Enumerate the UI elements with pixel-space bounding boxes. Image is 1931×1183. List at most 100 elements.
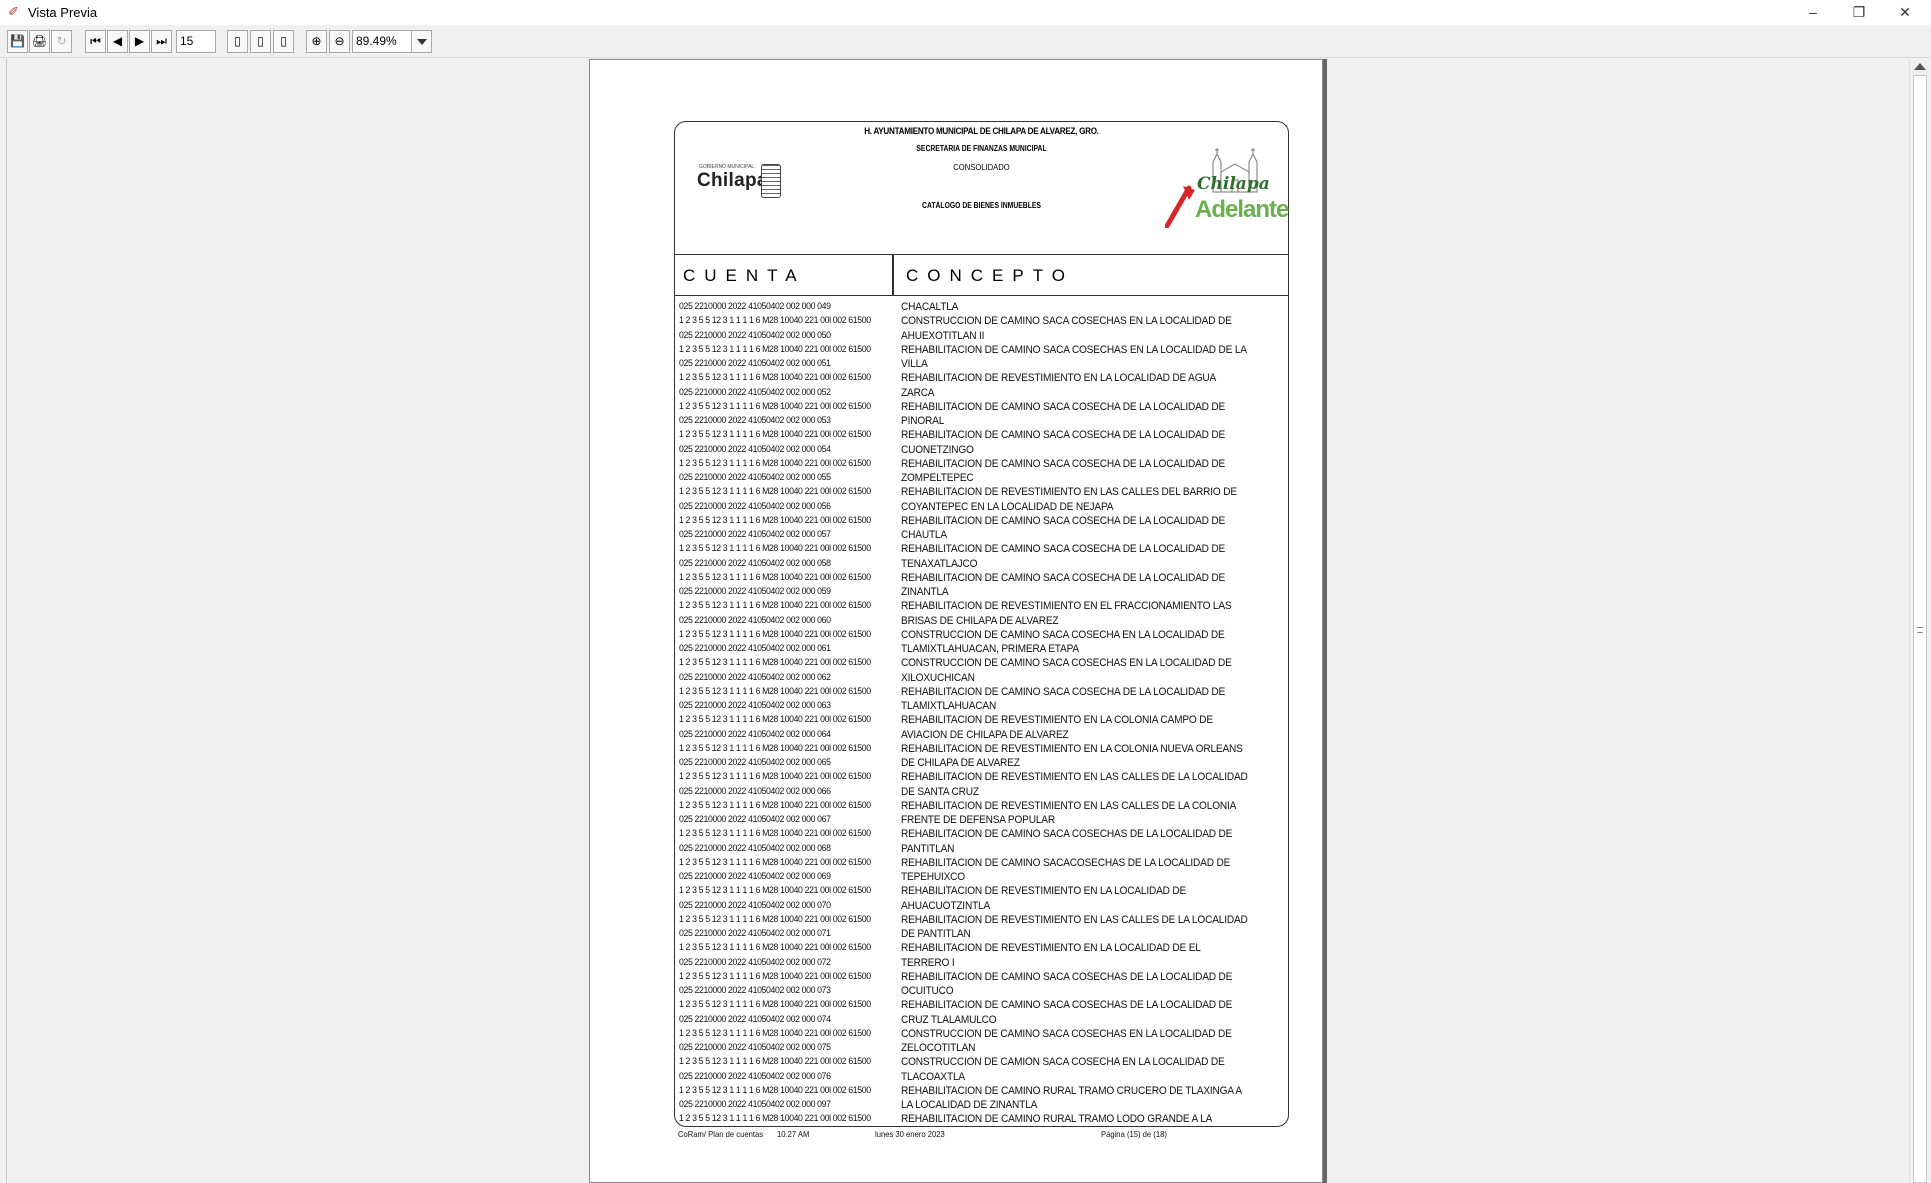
table-row: 025 2210000 2022 41050402 002 000 073 1 2… — [679, 984, 1284, 1013]
single-page-icon[interactable]: ▯ — [227, 30, 248, 53]
concepto-cell: AHUEXOTITLAN II REHABILITACION DE CAMINO … — [901, 329, 1286, 357]
concepto-line-2: REHABILITACION DE REVESTIMIENTO EN LA LO… — [901, 885, 1187, 897]
print-icon[interactable]: 🖨 — [29, 30, 50, 53]
concepto-line-1: BRISAS DE CHILAPA DE ALVAREZ — [901, 614, 1059, 627]
cuenta-line-1: 025 2210000 2022 41050402 002 000 071 — [679, 928, 831, 939]
first-page-icon[interactable]: ⏮ — [85, 30, 106, 53]
cuenta-line-2: 1 2 3 5 5 12 3 1 1 1 1 6 M28 10040 221 0… — [679, 628, 871, 640]
table-row: 025 2210000 2022 41050402 002 000 057 1 2… — [679, 528, 1284, 557]
toolbar: 💾 🖨 ↻ ⏮ ◀ ▶ ⏭ 15 ▯ ▯ ▯ ⊕ ⊖ 89.49% — [0, 25, 1931, 58]
table-row: 025 2210000 2022 41050402 002 000 075 1 2… — [679, 1041, 1284, 1070]
table-row: 025 2210000 2022 41050402 002 000 049 1 2… — [679, 300, 1284, 329]
cuenta-line-1: 025 2210000 2022 41050402 002 000 050 — [679, 329, 831, 341]
red-arrow-icon — [1165, 185, 1195, 228]
cuenta-line-2: 1 2 3 5 5 12 3 1 1 1 1 6 M28 10040 221 0… — [679, 1084, 871, 1096]
concepto-line-1: CUONETZINGO — [901, 443, 974, 456]
table-row: 025 2210000 2022 41050402 002 000 070 1 2… — [679, 899, 1284, 928]
table-row: 025 2210000 2022 41050402 002 000 054 1 2… — [679, 443, 1284, 472]
seal-icon — [761, 164, 781, 198]
cuenta-line-2: 1 2 3 5 5 12 3 1 1 1 1 6 M28 10040 221 0… — [679, 486, 871, 497]
concepto-line-1: AHUACUOTZINTLA — [901, 899, 991, 912]
cuenta-line-1: 025 2210000 2022 41050402 002 000 055 — [679, 472, 831, 483]
cuenta-line-1: 025 2210000 2022 41050402 002 000 049 — [679, 301, 831, 312]
cuenta-line-2: 1 2 3 5 5 12 3 1 1 1 1 6 M28 10040 221 0… — [679, 828, 871, 839]
cuenta-cell: 025 2210000 2022 41050402 002 000 061 1 2… — [679, 642, 899, 670]
concepto-line-2: CONSTRUCCION DE CAMION SACA COSECHA EN L… — [901, 1056, 1225, 1068]
cuenta-cell: 025 2210000 2022 41050402 002 000 060 1 2… — [679, 614, 899, 642]
cuenta-line-1: 025 2210000 2022 41050402 002 000 057 — [679, 529, 831, 540]
concepto-line-2: REHABILITACION DE CAMINO SACACOSECHAS DE… — [901, 856, 1231, 869]
report-header-title: H. AYUNTAMIENTO MUNICIPAL DE CHILAPA DE … — [864, 126, 1099, 136]
window-title: Vista Previa — [28, 5, 98, 20]
concepto-cell: PINORAL REHABILITACION DE CAMINO SACA COS… — [901, 414, 1286, 442]
logo-left-wordmark: Chilapa — [697, 170, 768, 191]
concepto-line-2: CONSTRUCCION DE CAMINO SACA COSECHAS EN … — [901, 657, 1232, 669]
cuenta-line-1: 025 2210000 2022 41050402 002 000 076 — [679, 1070, 831, 1082]
table-row: 025 2210000 2022 41050402 002 000 059 1 2… — [679, 585, 1284, 614]
cuenta-line-1: 025 2210000 2022 41050402 002 000 075 — [679, 1042, 831, 1053]
minimize-button[interactable]: – — [1790, 0, 1836, 25]
cuenta-line-1: 025 2210000 2022 41050402 002 000 060 — [679, 614, 831, 626]
restore-button[interactable]: ❐ — [1836, 0, 1882, 25]
vertical-scrollbar[interactable] — [1909, 59, 1931, 1183]
scrollbar-thumb[interactable] — [1913, 75, 1927, 1183]
table-row: 025 2210000 2022 41050402 002 000 071 1 2… — [679, 927, 1284, 956]
concepto-line-1: CHACALTLA — [901, 301, 959, 313]
cuenta-line-1: 025 2210000 2022 41050402 002 000 068 — [679, 842, 831, 854]
concepto-line-2: REHABILITACION DE CAMINO SACA COSECHA DE… — [901, 543, 1226, 555]
concepto-cell: TLAMIXTLAHUACAN, PRIMERA ETAPA CONSTRUCCI… — [901, 642, 1286, 670]
page-number-input[interactable]: 15 — [176, 30, 216, 53]
concepto-line-2: REHABILITACION DE CAMINO SACA COSECHA DE… — [901, 457, 1226, 470]
table-row: 025 2210000 2022 41050402 002 000 069 1 2… — [679, 870, 1284, 899]
concepto-line-2: REHABILITACION DE REVESTIMIENTO EN LAS C… — [901, 799, 1237, 812]
cuenta-line-1: 025 2210000 2022 41050402 002 000 072 — [679, 956, 831, 968]
concepto-line-1: TLAMIXTLAHUACAN, PRIMERA ETAPA — [901, 643, 1079, 655]
save-icon[interactable]: 💾 — [7, 30, 28, 53]
concepto-cell: DE CHILAPA DE ALVAREZ REHABILITACION DE R… — [901, 756, 1286, 784]
cuenta-line-1: 025 2210000 2022 41050402 002 000 064 — [679, 728, 831, 740]
report-header-catalog: CATÁLOGO DE BIENES INMUEBLES — [922, 201, 1041, 210]
zoom-in-icon[interactable]: ⊕ — [306, 30, 327, 53]
cuenta-cell: 025 2210000 2022 41050402 002 000 049 1 2… — [679, 300, 899, 328]
cuenta-line-1: 025 2210000 2022 41050402 002 000 067 — [679, 814, 831, 825]
next-page-icon[interactable]: ▶ — [129, 30, 150, 53]
previous-page-icon[interactable]: ◀ — [107, 30, 128, 53]
cuenta-line-2: 1 2 3 5 5 12 3 1 1 1 1 6 M28 10040 221 0… — [679, 1027, 871, 1039]
cuenta-cell: 025 2210000 2022 41050402 002 000 097 1 2… — [679, 1098, 899, 1126]
cuenta-cell: 025 2210000 2022 41050402 002 000 069 1 2… — [679, 870, 899, 898]
cuenta-line-2: 1 2 3 5 5 12 3 1 1 1 1 6 M28 10040 221 0… — [679, 400, 871, 412]
title-bar: ✐ Vista Previa – ❐ ✕ — [0, 0, 1931, 25]
concepto-cell: TENAXATLAJCO REHABILITACION DE CAMINO SAC… — [901, 557, 1286, 585]
concepto-line-1: LA LOCALIDAD DE ZINANTLA — [901, 1099, 1038, 1111]
cuenta-line-2: 1 2 3 5 5 12 3 1 1 1 1 6 M28 10040 221 0… — [679, 885, 871, 896]
cuenta-cell: 025 2210000 2022 41050402 002 000 076 1 2… — [679, 1070, 899, 1098]
concepto-line-2: REHABILITACION DE REVESTIMIENTO EN LA CO… — [901, 714, 1213, 726]
report-footer: CoRam/ Plan de cuentas 10.27 AM lunes 30… — [674, 1129, 1289, 1143]
zoom-dropdown-chevron-down-icon[interactable] — [411, 30, 432, 53]
zoom-out-icon[interactable]: ⊖ — [329, 30, 350, 53]
concepto-line-1: ZELOCOTITLAN — [901, 1042, 976, 1054]
scroll-up-icon[interactable] — [1914, 63, 1926, 70]
cuenta-cell: 025 2210000 2022 41050402 002 000 056 1 2… — [679, 500, 899, 528]
concepto-cell: PANTITLAN REHABILITACION DE CAMINO SACACO… — [901, 842, 1286, 870]
table-row: 025 2210000 2022 41050402 002 000 068 1 2… — [679, 842, 1284, 871]
concepto-cell: CHAUTLA REHABILITACION DE CAMINO SACA COS… — [901, 528, 1286, 556]
concepto-line-1: VILLA — [901, 358, 928, 370]
multi-page-icon[interactable]: ▯ — [273, 30, 294, 53]
report-page: H. AYUNTAMIENTO MUNICIPAL DE CHILAPA DE … — [589, 59, 1323, 1183]
concepto-line-1: COYANTEPEC EN LA LOCALIDAD DE NEJAPA — [901, 500, 1114, 513]
cuenta-line-1: 025 2210000 2022 41050402 002 000 061 — [679, 643, 831, 654]
cuenta-line-1: 025 2210000 2022 41050402 002 000 073 — [679, 985, 831, 996]
page-width-icon[interactable]: ▯ — [250, 30, 271, 53]
cuenta-line-1: 025 2210000 2022 41050402 002 000 065 — [679, 757, 831, 768]
concepto-line-1: DE PANTITLAN — [901, 928, 971, 940]
refresh-icon[interactable]: ↻ — [51, 30, 72, 53]
table-row: 025 2210000 2022 41050402 002 000 051 1 2… — [679, 357, 1284, 386]
cuenta-line-2: 1 2 3 5 5 12 3 1 1 1 1 6 M28 10040 221 0… — [679, 685, 871, 697]
cuenta-cell: 025 2210000 2022 41050402 002 000 052 1 2… — [679, 386, 899, 414]
concepto-cell: LA LOCALIDAD DE ZINANTLA REHABILITACION D… — [901, 1098, 1286, 1126]
close-button[interactable]: ✕ — [1882, 0, 1928, 25]
last-page-icon[interactable]: ⏭ — [151, 30, 172, 53]
concepto-line-2: REHABILITACION DE CAMINO SACA COSECHA DE… — [901, 514, 1226, 527]
zoom-input[interactable]: 89.49% — [352, 30, 412, 53]
